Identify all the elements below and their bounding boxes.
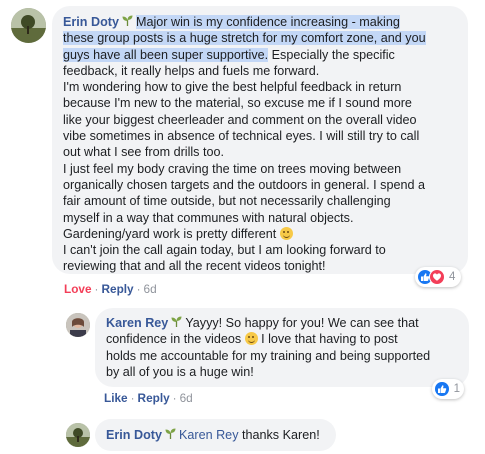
- reply-actions-karen: Like · Reply · 6d: [104, 391, 193, 405]
- separator: ·: [136, 282, 141, 296]
- reply-text: I love that having to post: [261, 332, 398, 347]
- comment-line: organically chosen targets and the outdo…: [63, 177, 425, 192]
- reply-text: Yayyy! So happy for you! We can see that: [185, 316, 419, 330]
- reaction-count: 1: [453, 383, 460, 395]
- separator: ·: [130, 391, 135, 405]
- love-icon: [429, 269, 445, 285]
- smiley-emoji-icon: [279, 226, 293, 240]
- comment-line: fair amount of time outside, but not nec…: [63, 194, 391, 209]
- avatar-image: [11, 8, 46, 43]
- comment-bubble-erin: Erin Doty Major win is my confidence incr…: [52, 6, 468, 274]
- avatar-image: [66, 423, 90, 447]
- highlighted-text-1: Major win is my confidence increasing - …: [135, 15, 400, 29]
- separator: ·: [172, 391, 177, 405]
- comment-text: Especially the specific: [268, 47, 395, 62]
- reply-author[interactable]: Erin Doty: [106, 428, 162, 442]
- comment-line: vibe sometimes in absence of technical e…: [63, 129, 420, 144]
- reply-author[interactable]: Karen Rey: [106, 316, 168, 330]
- smiley-emoji-icon: [244, 332, 258, 346]
- sprout-icon: [170, 315, 183, 328]
- comment-line: I just feel my body craving the time on …: [63, 161, 402, 176]
- avatar-karen[interactable]: [66, 313, 90, 337]
- comment-line: I can't join the call again today, but I…: [63, 243, 386, 258]
- sprout-icon: [121, 14, 134, 27]
- timestamp[interactable]: 6d: [144, 282, 157, 296]
- comment-line: reviewing that and all the recent videos…: [63, 259, 326, 274]
- comment-line: because I'm new to the material, so excu…: [63, 96, 412, 111]
- comment-author[interactable]: Erin Doty: [63, 15, 119, 29]
- reply-text: confidence in the videos: [106, 332, 242, 347]
- reaction-summary-erin[interactable]: 4: [415, 267, 461, 287]
- comment-line: Gardening/yard work is pretty different: [63, 226, 277, 241]
- reply-link[interactable]: Reply: [138, 391, 170, 405]
- reply-bubble-erin: Erin Doty Karen Rey thanks Karen!: [95, 419, 336, 451]
- like-icon: [434, 381, 450, 397]
- reaction-summary-karen[interactable]: 1: [432, 379, 464, 399]
- timestamp[interactable]: 6d: [180, 391, 193, 405]
- reply-text: thanks Karen!: [238, 428, 320, 442]
- avatar-erin-small[interactable]: [66, 423, 90, 447]
- like-link[interactable]: Like: [104, 391, 128, 405]
- comment-actions-erin: Love · Reply · 6d: [64, 282, 157, 296]
- reply-link[interactable]: Reply: [101, 282, 133, 296]
- comment-line: I'm wondering how to give the best helpf…: [63, 80, 402, 95]
- comment-line: like your biggest cheerleader and commen…: [63, 112, 417, 127]
- highlighted-text-2: these group posts is a huge stretch for …: [63, 31, 426, 46]
- reply-text: holds me accountable for my training and…: [106, 348, 431, 363]
- highlighted-text-3: guys have all been super supportive.: [63, 47, 269, 62]
- reaction-count: 4: [449, 271, 456, 283]
- reply-bubble-karen: Karen Rey Yayyy! So happy for you! We can…: [95, 308, 469, 387]
- separator: ·: [94, 282, 99, 296]
- comment-line: out what I see from drills too.: [63, 145, 224, 160]
- reply-text: by all of you is a huge win!: [106, 364, 254, 379]
- comment-line: myself in a way that communes with natur…: [63, 210, 354, 225]
- avatar-erin[interactable]: [11, 8, 46, 43]
- love-reaction-link[interactable]: Love: [64, 282, 92, 296]
- comment-line: feedback, it really helps and fuels me f…: [63, 63, 320, 78]
- avatar-image: [66, 313, 90, 337]
- sprout-icon: [164, 427, 177, 440]
- mention-link[interactable]: Karen Rey: [179, 428, 239, 442]
